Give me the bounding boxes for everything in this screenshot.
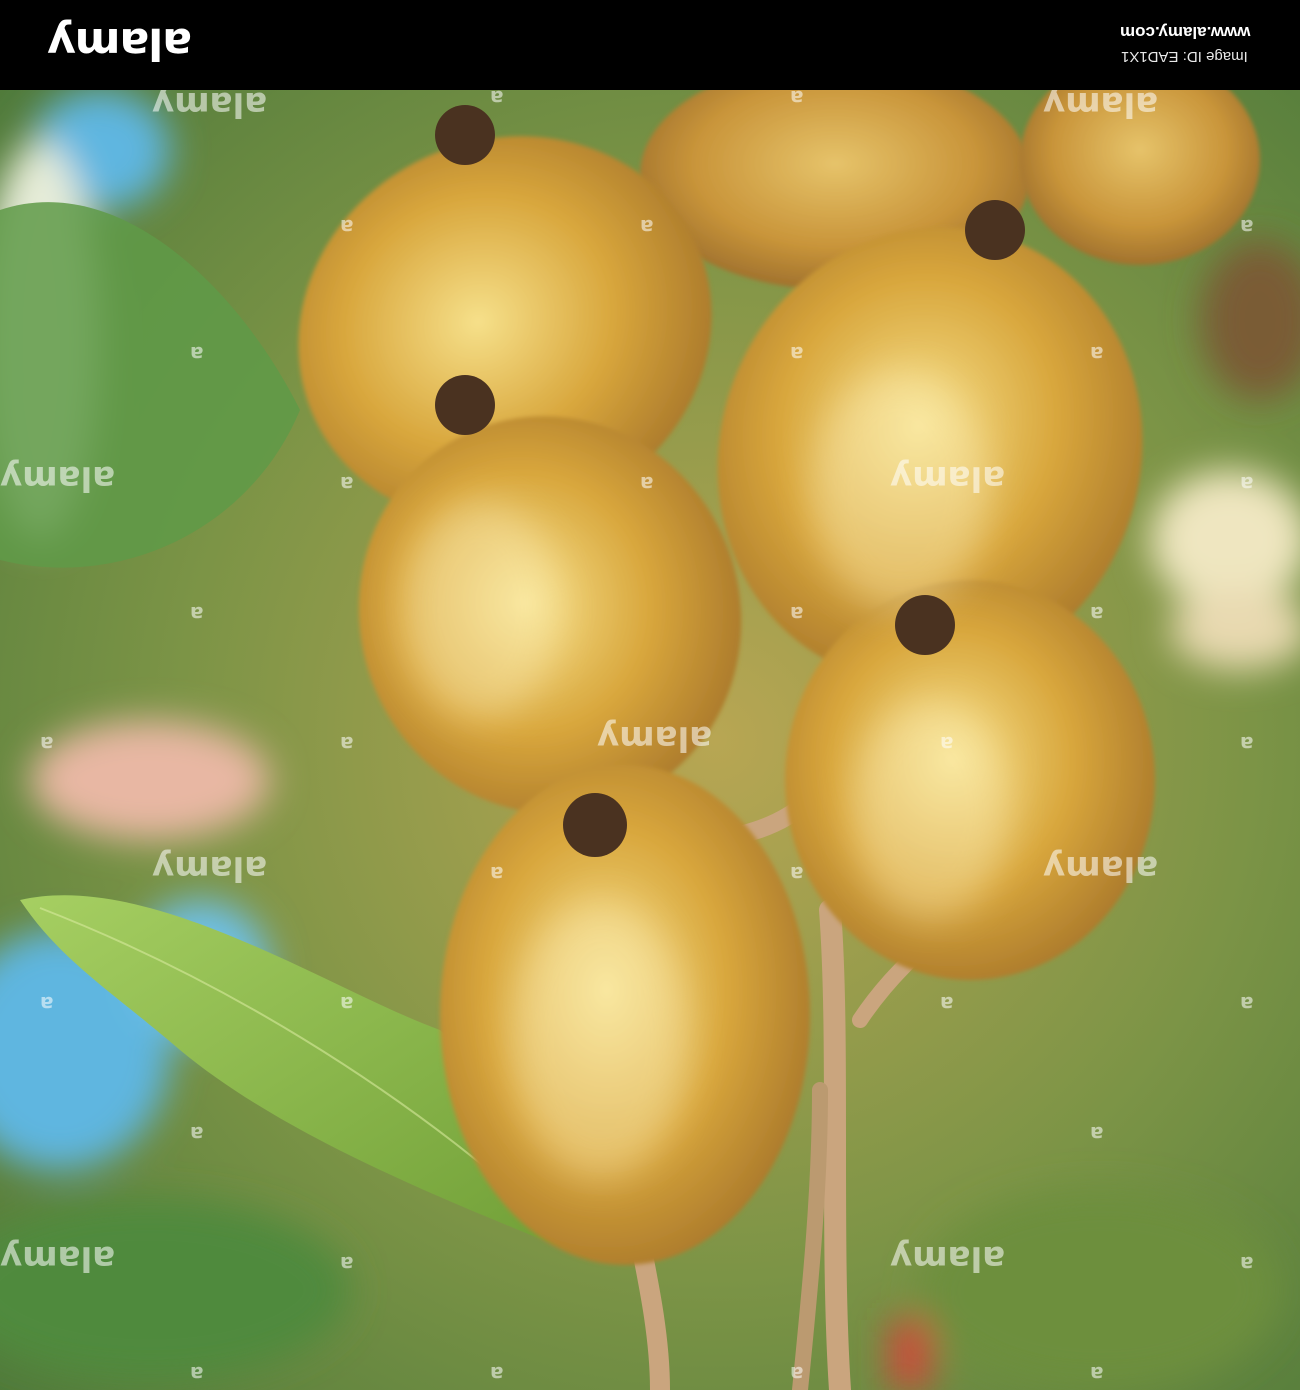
watermark-letter: a: [190, 602, 204, 626]
watermark: alamy: [1043, 84, 1159, 124]
watermark-letter: a: [940, 732, 954, 756]
watermark-letter: a: [1240, 992, 1254, 1016]
watermark-letter: a: [1090, 342, 1104, 366]
watermark-letter: a: [790, 602, 804, 626]
watermark-letter: a: [1240, 1252, 1254, 1276]
watermark-letter: a: [40, 732, 54, 756]
watermark-letter: a: [190, 1362, 204, 1386]
watermark-letter: a: [790, 342, 804, 366]
watermark-letter: a: [1240, 732, 1254, 756]
watermark-letter: a: [190, 1122, 204, 1146]
watermark: alamy: [890, 1238, 1006, 1278]
watermark-header-bar: alamy www.alamy.com Image ID: EAD1X1: [0, 0, 1300, 90]
watermark-letter: a: [1090, 602, 1104, 626]
watermark-letter: a: [340, 732, 354, 756]
watermark: alamy: [597, 718, 713, 758]
watermark-letter: a: [190, 342, 204, 366]
watermark-letter: a: [1240, 472, 1254, 496]
watermark-letter: a: [340, 992, 354, 1016]
image-id-label: Image ID: EAD1X1: [1121, 48, 1248, 65]
watermark-letter: a: [340, 472, 354, 496]
watermark-letter: a: [1090, 1362, 1104, 1386]
watermark-letter: a: [940, 992, 954, 1016]
watermark-letter: a: [490, 862, 504, 886]
image-stage: alamy www.alamy.com Image ID: EAD1X1 ala…: [0, 0, 1300, 1390]
watermark: alamy: [0, 458, 116, 498]
watermark-letter: a: [490, 1362, 504, 1386]
watermark: alamy: [152, 84, 268, 124]
watermark-letter: a: [640, 215, 654, 239]
watermark-letter: a: [790, 1362, 804, 1386]
watermark-letter: a: [1090, 1122, 1104, 1146]
watermark: alamy: [890, 458, 1006, 498]
watermark-letter: a: [640, 472, 654, 496]
source-url: www.alamy.com: [1119, 23, 1250, 42]
watermark-letter: a: [40, 992, 54, 1016]
watermark: alamy: [0, 1238, 116, 1278]
watermark-letter: a: [1240, 215, 1254, 239]
brand-logo: alamy: [48, 18, 192, 69]
watermark-letter: a: [790, 862, 804, 886]
watermark-letter: a: [340, 215, 354, 239]
watermark: alamy: [152, 848, 268, 888]
watermark-letter: a: [340, 1252, 354, 1276]
watermark: alamy: [1043, 848, 1159, 888]
